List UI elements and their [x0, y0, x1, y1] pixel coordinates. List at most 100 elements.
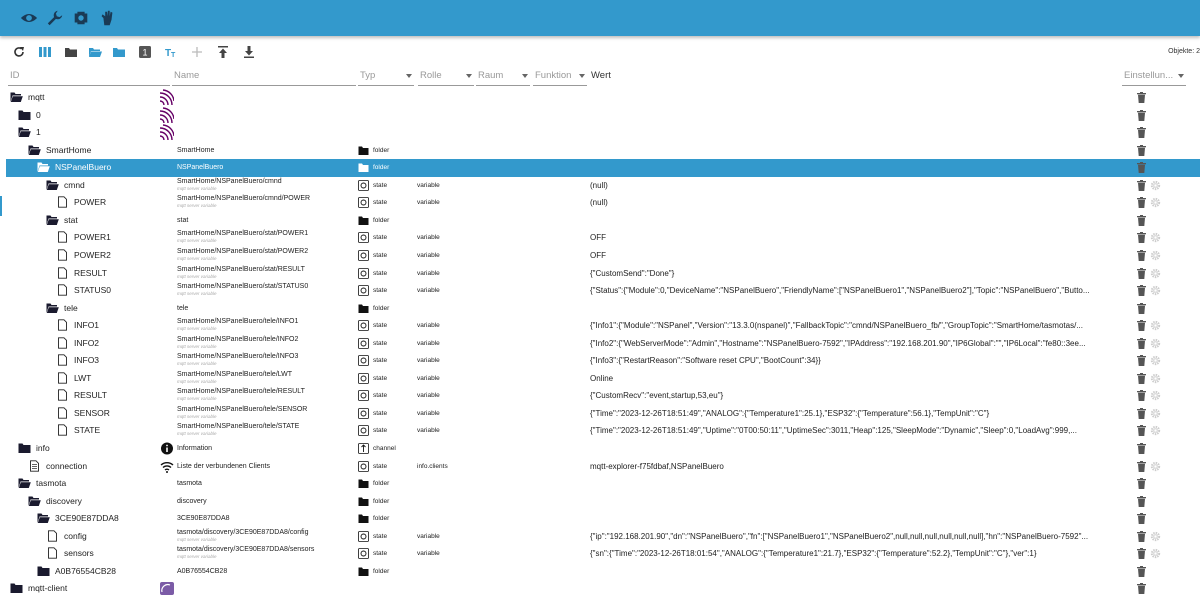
gear-icon[interactable] [1150, 390, 1161, 401]
trash-icon[interactable] [1137, 249, 1146, 261]
tree-row[interactable]: mqtt [0, 89, 1200, 107]
tree-row[interactable]: SmartHome SmartHome folder [0, 142, 1200, 160]
tree-item-label[interactable]: RESULT [74, 268, 107, 278]
trash-icon[interactable] [1137, 320, 1146, 332]
folder-icon[interactable] [18, 442, 31, 454]
gear-icon[interactable] [1150, 425, 1161, 436]
tree-row[interactable]: POWER2 SmartHome/NSPanelBuero/stat/POWER2… [0, 247, 1200, 265]
tree-item-label[interactable]: LWT [74, 373, 91, 383]
tree-row[interactable]: STATE SmartHome/NSPanelBuero/tele/STATE mq… [0, 422, 1200, 440]
folder-open-icon[interactable] [10, 91, 23, 103]
trash-icon[interactable] [1137, 355, 1146, 367]
file-icon[interactable] [56, 354, 69, 366]
trash-icon[interactable] [1137, 214, 1146, 226]
object-value[interactable]: (null) [590, 181, 1122, 190]
gear-icon[interactable] [1150, 197, 1161, 208]
tree-item-label[interactable]: POWER2 [74, 250, 111, 260]
trash-icon[interactable] [1137, 495, 1146, 507]
trash-icon[interactable] [1137, 530, 1146, 542]
tree-item-label[interactable]: 3CE90E87DDA8 [55, 513, 119, 523]
trash-icon[interactable] [1137, 179, 1146, 191]
tree-item-label[interactable]: SENSOR [74, 408, 110, 418]
tree-row[interactable]: RESULT SmartHome/NSPanelBuero/tele/RESULT… [0, 387, 1200, 405]
object-value[interactable]: {"Info3":{"RestartReason":"Software rese… [590, 356, 1122, 365]
function-filter-select[interactable]: Funktion [533, 68, 587, 86]
file-icon[interactable] [56, 319, 69, 331]
gear-icon[interactable] [1150, 268, 1161, 279]
tree-row[interactable]: mqtt-client [0, 580, 1200, 598]
gear-icon[interactable] [1150, 531, 1161, 542]
name-filter-input[interactable]: Name [172, 68, 356, 86]
file-icon[interactable] [56, 249, 69, 261]
folder-open-icon[interactable] [18, 126, 31, 138]
tree-item-label[interactable]: STATE [74, 425, 100, 435]
tree-item-label[interactable]: NSPanelBuero [55, 162, 111, 172]
tree-row[interactable]: INFO2 SmartHome/NSPanelBuero/tele/INFO2 mq… [0, 335, 1200, 353]
trash-icon[interactable] [1137, 197, 1146, 209]
theme-icon[interactable] [72, 9, 90, 27]
refresh-icon[interactable] [12, 45, 26, 59]
object-value[interactable]: {"CustomSend":"Done"} [590, 269, 1122, 278]
trash-icon[interactable] [1137, 390, 1146, 402]
tree-row[interactable]: LWT SmartHome/NSPanelBuero/tele/LWT mqtt s… [0, 370, 1200, 388]
room-filter-select[interactable]: Raum [476, 68, 530, 86]
file-icon[interactable] [56, 266, 69, 279]
trash-icon[interactable] [1137, 443, 1146, 454]
object-value[interactable]: OFF [590, 233, 1122, 242]
tree-row[interactable]: discovery discovery folder [0, 493, 1200, 511]
trash-icon[interactable] [1137, 425, 1146, 437]
gear-icon[interactable] [1150, 408, 1161, 419]
tree-item-label[interactable]: tele [64, 303, 78, 313]
folder-open-icon[interactable] [46, 214, 59, 226]
tree-row[interactable]: INFO1 SmartHome/NSPanelBuero/tele/INFO1 mq… [0, 317, 1200, 335]
plus-icon[interactable] [190, 45, 204, 59]
trash-icon[interactable] [1137, 407, 1146, 419]
tree-row[interactable]: cmnd SmartHome/NSPanelBuero/cmnd mqtt serv… [0, 177, 1200, 195]
file-icon[interactable] [46, 547, 59, 559]
tree-item-label[interactable]: 1 [36, 127, 41, 137]
tree-row[interactable]: A0B76554CB28 A0B76554CB28 folder [0, 563, 1200, 581]
folder-open-icon[interactable] [37, 161, 50, 173]
tree-row[interactable]: config tasmota/discovery/3CE90E87DDA8/con… [0, 528, 1200, 546]
tree-row[interactable]: POWER1 SmartHome/NSPanelBuero/stat/POWER1… [0, 229, 1200, 247]
gear-icon[interactable] [1150, 548, 1161, 559]
tree-item-label[interactable]: mqtt-client [28, 583, 67, 593]
file-icon[interactable] [56, 196, 69, 208]
file-icon[interactable] [56, 337, 69, 349]
trash-icon[interactable] [1137, 302, 1146, 314]
trash-icon[interactable] [1137, 144, 1146, 156]
eye-icon[interactable] [20, 9, 38, 27]
folder-open-icon[interactable] [28, 495, 41, 507]
tree-item-label[interactable]: 0 [36, 110, 41, 120]
tree-item-label[interactable]: SmartHome [46, 145, 91, 155]
gear-icon[interactable] [1150, 285, 1161, 296]
id-filter-input[interactable]: ID [8, 68, 170, 86]
wrench-icon[interactable] [46, 9, 64, 27]
trash-icon[interactable] [1137, 513, 1146, 525]
file-icon[interactable] [56, 372, 69, 384]
tree-row[interactable]: NSPanelBuero NSPanelBuero folder [6, 159, 1200, 177]
tree-row[interactable]: connection Liste der verbundenen Clients s… [0, 458, 1200, 476]
tree-item-label[interactable]: POWER1 [74, 232, 111, 242]
tree-item-label[interactable]: stat [64, 215, 78, 225]
object-value[interactable]: (null) [590, 198, 1122, 207]
download-icon[interactable] [242, 45, 256, 59]
object-value[interactable]: mqtt-explorer-f75fdbaf,NSPanelBuero [590, 462, 1122, 471]
folder-open-icon[interactable] [37, 512, 50, 524]
tree-row[interactable]: POWER SmartHome/NSPanelBuero/cmnd/POWER mq… [0, 194, 1200, 212]
gear-icon[interactable] [1150, 373, 1161, 384]
tree-row[interactable]: tele tele folder [0, 300, 1200, 318]
file-icon[interactable] [56, 284, 69, 296]
tree-row[interactable]: 3CE90E87DDA8 3CE90E87DDA8 folder [0, 510, 1200, 528]
type-filter-select[interactable]: Typ [358, 68, 414, 86]
object-value[interactable]: {"ip":"192.168.201.90","dn":"NSPanelBuer… [590, 532, 1122, 541]
tree-item-label[interactable]: discovery [46, 496, 82, 506]
tree-row[interactable]: STATUS0 SmartHome/NSPanelBuero/stat/STATU… [0, 282, 1200, 300]
object-value[interactable]: {"Status":{"Module":0,"DeviceName":"NSPa… [590, 286, 1122, 295]
gear-icon[interactable] [1150, 461, 1161, 472]
tree-row[interactable]: 1 [0, 124, 1200, 142]
trash-icon[interactable] [1137, 267, 1146, 279]
tree-item-label[interactable]: STATUS0 [74, 285, 111, 295]
trash-icon[interactable] [1137, 337, 1146, 349]
gear-icon[interactable] [1150, 232, 1161, 243]
